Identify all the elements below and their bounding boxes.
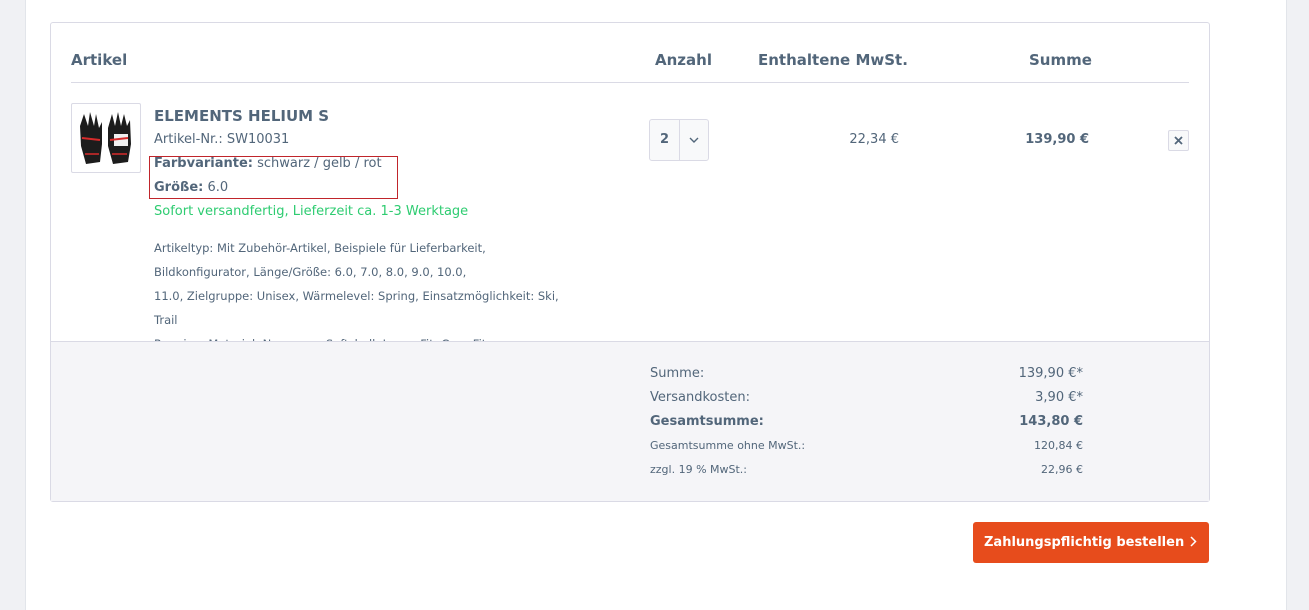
net-total-value: 120,84 €: [1034, 439, 1083, 452]
glove-image: [80, 112, 131, 164]
product-description: Artikeltyp: Mit Zubehör-Artikel, Beispie…: [154, 241, 559, 351]
shipping-value: 3,90 €*: [1035, 390, 1083, 405]
product-image[interactable]: [71, 103, 141, 173]
tax-value: 22,96 €: [1041, 463, 1083, 476]
net-total-label: Gesamtsumme ohne MwSt.:: [650, 439, 806, 452]
chevron-right-icon: [1190, 536, 1197, 547]
totals-section: Summe: 139,90 €* Versandkosten: 3,90 €* …: [51, 341, 1209, 501]
header-vat: Enthaltene MwSt.: [758, 51, 908, 69]
shipping-label: Versandkosten:: [650, 390, 750, 405]
product-name[interactable]: ELEMENTS HELIUM S: [154, 107, 329, 125]
delivery-status: Sofort versandfertig, Lieferzeit ca. 1-3…: [154, 204, 469, 219]
sum-label: Summe:: [650, 366, 705, 381]
grand-total-value: 143,80 €: [1019, 414, 1083, 429]
item-total: 139,90 €: [1025, 132, 1089, 147]
close-icon: [1174, 136, 1183, 145]
header-total: Summe: [1029, 51, 1092, 69]
quantity-value: 2: [659, 132, 670, 147]
header-divider: [71, 82, 1189, 83]
header-quantity: Anzahl: [655, 51, 712, 69]
grand-total-label: Gesamtsumme:: [650, 414, 764, 429]
cart-table: Artikel Anzahl Enthaltene MwSt. Summe EL…: [50, 22, 1210, 502]
remove-item-button[interactable]: [1168, 130, 1189, 151]
item-vat: 22,34 €: [849, 132, 899, 147]
article-number: Artikel-Nr.: SW10031: [154, 132, 290, 147]
place-order-button[interactable]: Zahlungspflichtig bestellen: [973, 522, 1209, 563]
quantity-select[interactable]: 2: [649, 119, 709, 161]
tax-label: zzgl. 19 % MwSt.:: [650, 463, 748, 476]
chevron-down-icon[interactable]: [680, 120, 708, 160]
highlight-box: [149, 156, 398, 199]
sum-value: 139,90 €*: [1018, 366, 1083, 381]
header-article: Artikel: [71, 51, 128, 69]
place-order-label: Zahlungspflichtig bestellen: [984, 535, 1185, 550]
